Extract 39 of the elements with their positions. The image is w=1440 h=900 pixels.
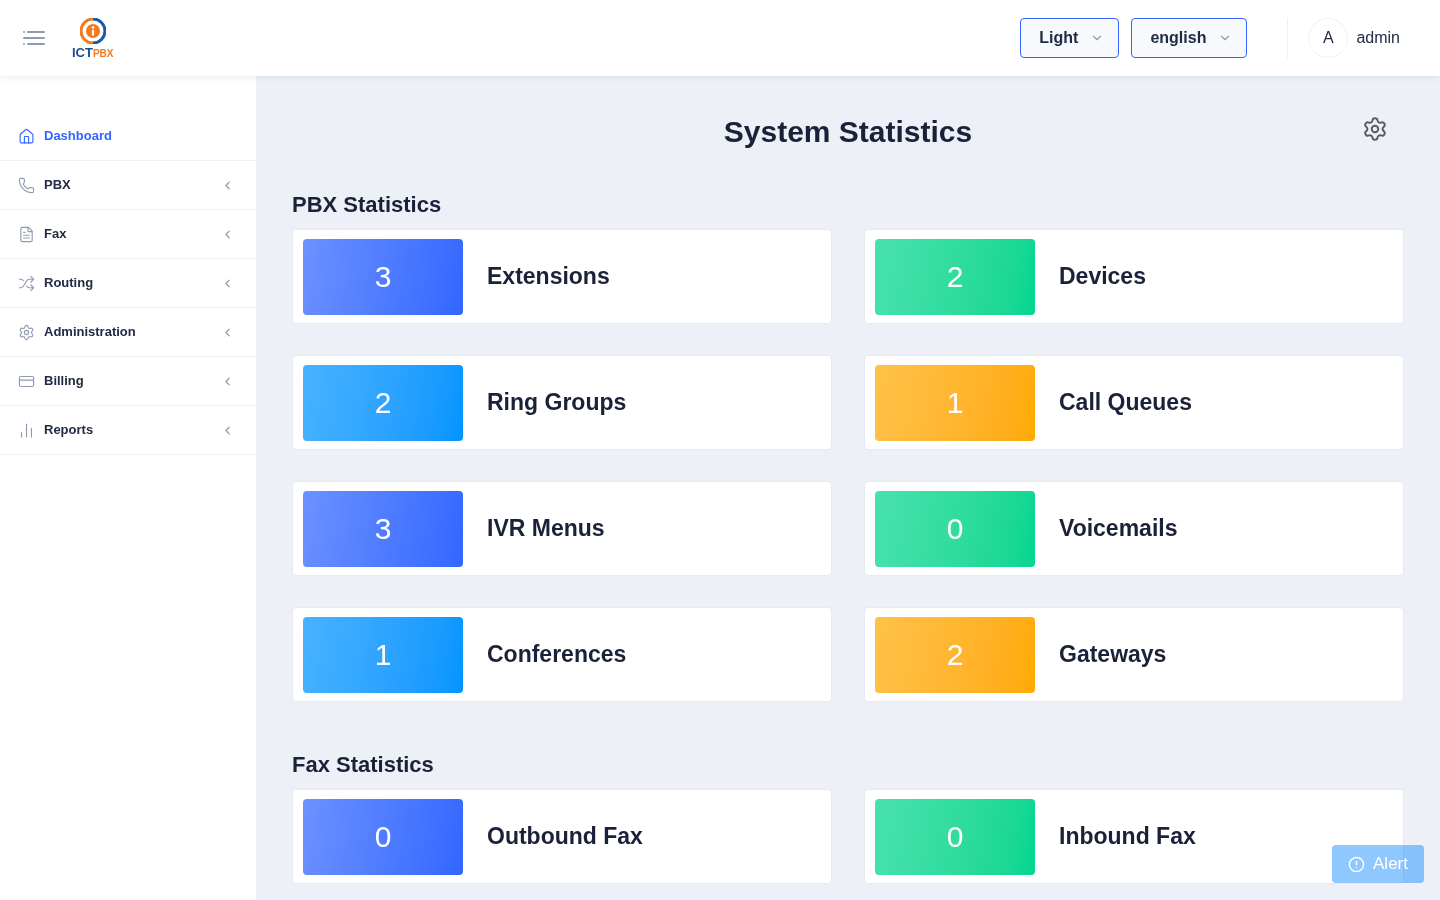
stat-count: 0 (875, 490, 1035, 567)
stat-label: Conferences (487, 640, 627, 670)
stat-label: Ring Groups (487, 388, 627, 418)
stat-label: Voicemails (1059, 514, 1178, 544)
document-icon (18, 225, 35, 243)
stat-count: 3 (303, 238, 463, 315)
stat-label: Devices (1059, 262, 1146, 292)
stat-count: 2 (303, 364, 463, 441)
stat-count: 2 (875, 238, 1035, 315)
section-heading: PBX Statistics (292, 191, 443, 219)
dropdown-select[interactable]: english (1131, 18, 1248, 58)
logo-text: ICT (72, 45, 93, 59)
stat-count: 0 (303, 798, 463, 875)
shuffle-icon (18, 274, 35, 292)
stat-label: Outbound Fax (487, 822, 643, 852)
dropdown-select[interactable]: Light (1020, 18, 1120, 58)
settings-icon[interactable] (1362, 116, 1388, 142)
page-title: System Statistics (723, 114, 973, 150)
stat-label: Call Queues (1059, 388, 1192, 418)
stat-label: Extensions (487, 262, 610, 292)
stat-label: Gateways (1059, 640, 1167, 670)
section-heading: Fax Statistics (292, 751, 435, 779)
stat-count: 1 (303, 616, 463, 693)
user-avatar[interactable]: A (1308, 18, 1349, 58)
home-icon (18, 127, 35, 145)
user-name[interactable]: admin (1356, 26, 1400, 50)
logo-ring-icon (79, 17, 106, 44)
stat-count: 0 (875, 798, 1035, 875)
alert-icon (1348, 855, 1366, 873)
logo-accent-text: PBX (92, 48, 114, 59)
phone-icon (18, 176, 35, 194)
stat-label: IVR Menus (487, 514, 605, 544)
bar-chart-icon (18, 421, 35, 439)
gear-icon (18, 323, 35, 341)
stat-label: Inbound Fax (1059, 822, 1196, 852)
stat-count: 2 (875, 616, 1035, 693)
stat-count: 3 (303, 490, 463, 567)
stat-count: 1 (875, 364, 1035, 441)
menu-icon[interactable] (23, 30, 45, 46)
